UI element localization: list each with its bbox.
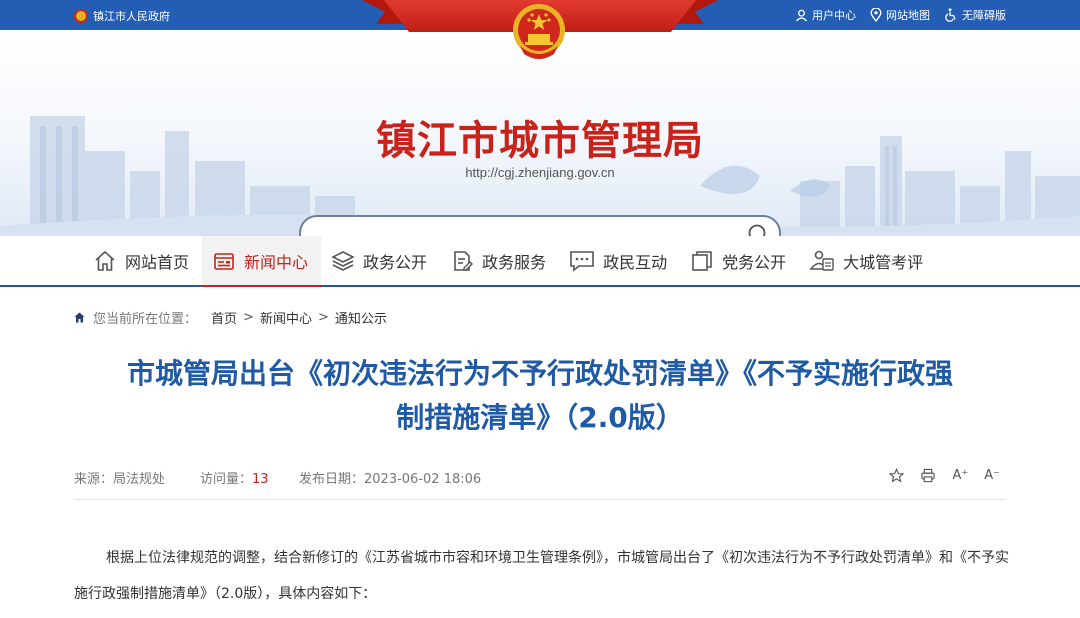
sitemap-link[interactable]: 网站地图	[870, 7, 930, 23]
article-title: 市城管局出台《初次违法行为不予行政处罚清单》《不予实施行政强 制措施清单》（2.…	[60, 352, 1020, 440]
main-nav: 网站首页 新闻中心 政务公开 政务服务 政民互动 党务公开 大城管考评	[0, 236, 1080, 287]
search-icon[interactable]	[747, 223, 769, 236]
nav-item-label: 党务公开	[722, 252, 787, 272]
nav-item-gov-affairs[interactable]: 政务公开	[321, 236, 440, 285]
news-icon	[214, 252, 234, 270]
layers-icon	[331, 250, 355, 271]
star-icon	[889, 468, 905, 483]
source-info: 来源：局法规处	[74, 468, 165, 487]
article-meta: 来源：局法规处 访问量：13 发布日期：2023-06-02 18:06 A⁺ …	[74, 468, 1006, 500]
location-pin-icon	[870, 8, 882, 22]
breadcrumb-home[interactable]: 首页	[211, 308, 237, 327]
accessible-link[interactable]: 无障碍版	[944, 7, 1006, 23]
search-input[interactable]	[315, 223, 735, 236]
print-button[interactable]	[920, 468, 936, 483]
site-url: http://cgj.zhenjiang.gov.cn	[465, 165, 615, 180]
font-decrease-button[interactable]: A⁻	[984, 468, 1000, 483]
article-tools: A⁺ A⁻	[873, 468, 1000, 483]
sitemap-label[interactable]: 网站地图	[886, 7, 930, 23]
evaluation-icon	[809, 250, 834, 271]
gov-link[interactable]: 镇江市人民政府	[74, 8, 170, 24]
article-body: 根据上位法律规范的调整，结合新修订的《江苏省城市市容和环境卫生管理条例》，市城管…	[74, 540, 1014, 612]
date-value: 2023-06-02 18:06	[364, 472, 482, 487]
nav-item-party-affairs[interactable]: 党务公开	[680, 236, 799, 285]
home-icon	[95, 250, 115, 271]
nav-item-label: 政务服务	[482, 252, 547, 272]
nav-item-label: 新闻中心	[244, 252, 309, 272]
national-emblem-icon	[513, 4, 565, 59]
nav-item-news[interactable]: 新闻中心	[202, 236, 322, 287]
favorite-button[interactable]	[889, 468, 905, 483]
print-icon	[921, 468, 936, 483]
date-label: 发布日期：	[299, 472, 365, 487]
nav-item-home[interactable]: 网站首页	[83, 236, 202, 285]
user-center-label[interactable]: 用户中心	[812, 7, 856, 23]
nav-item-label: 政民互动	[603, 252, 668, 272]
breadcrumb-separator: >	[317, 310, 329, 325]
breadcrumb: 您当前所在位置： 首页 > 新闻中心 > 通知公示	[74, 308, 387, 327]
nav-item-label: 政务公开	[363, 252, 428, 272]
wheelchair-icon	[945, 8, 956, 22]
user-center-link[interactable]: 用户中心	[795, 7, 856, 23]
breadcrumb-news[interactable]: 新闻中心	[260, 308, 312, 327]
article-body-line-1: 根据上位法律规范的调整，结合新修订的《江苏省城市市容和环境卫生管理条例》，市城管…	[106, 550, 911, 566]
visits-value: 13	[252, 472, 269, 487]
article-title-line-2: 制措施清单》（2.0版）	[396, 401, 684, 434]
chat-icon	[570, 250, 594, 272]
home-small-icon	[74, 312, 85, 323]
date-info: 发布日期：2023-06-02 18:06	[299, 468, 481, 487]
source-label: 来源：	[74, 472, 114, 487]
gov-name[interactable]: 镇江市人民政府	[93, 8, 170, 24]
nav-item-gov-services[interactable]: 政务服务	[440, 236, 559, 285]
article-title-line-1: 市城管局出台《初次违法行为不予行政处罚清单》《不予实施行政强	[126, 357, 953, 390]
breadcrumb-lead: 您当前所在位置：	[93, 312, 198, 327]
nav-item-label: 大城管考评	[843, 252, 924, 272]
visits-label: 访问量：	[200, 472, 253, 487]
nav-item-evaluation[interactable]: 大城管考评	[799, 236, 936, 285]
breadcrumb-separator: >	[243, 310, 254, 325]
nav-item-label: 网站首页	[125, 252, 190, 272]
nav-item-interaction[interactable]: 政民互动	[559, 236, 680, 285]
search-box	[299, 215, 781, 236]
gov-emblem-icon	[74, 9, 88, 23]
user-icon	[795, 9, 808, 22]
site-title: 镇江市城市管理局	[376, 118, 704, 164]
source-value: 局法规处	[113, 472, 166, 487]
font-increase-button[interactable]: A⁺	[952, 468, 968, 483]
accessible-label[interactable]: 无障碍版	[962, 7, 1006, 23]
nav-items: 网站首页 新闻中心 政务公开 政务服务 政民互动 党务公开 大城管考评	[83, 236, 936, 287]
document-edit-icon	[454, 250, 474, 271]
visits-info: 访问量：13	[200, 468, 269, 487]
top-links: 用户中心 网站地图 无障碍版	[781, 7, 1006, 23]
breadcrumb-notices[interactable]: 通知公示	[335, 308, 387, 327]
copy-icon	[692, 250, 712, 271]
